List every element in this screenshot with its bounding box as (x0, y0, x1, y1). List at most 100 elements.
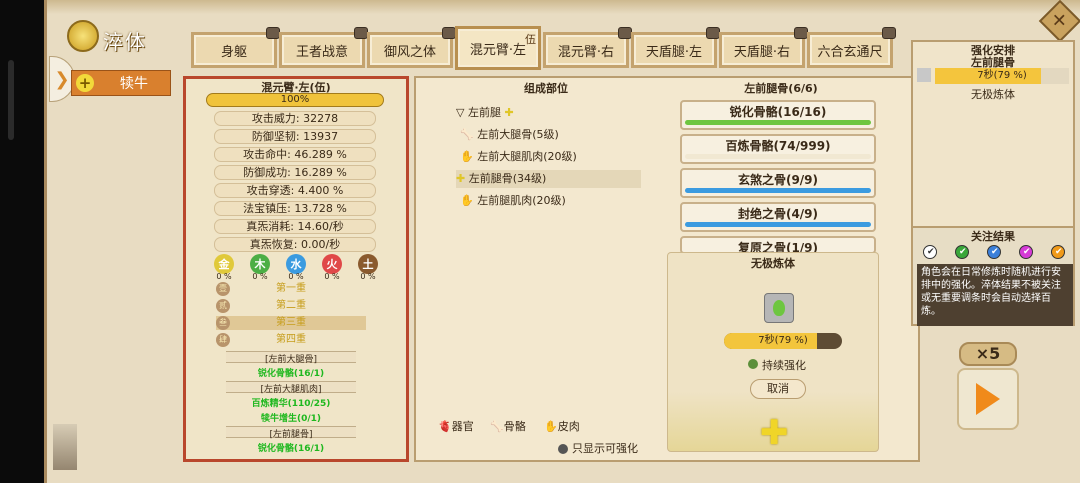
layer-row[interactable]: 肆 第四重 (216, 333, 366, 347)
tree-item[interactable]: 🦴 左前大腿骨(5级) (460, 126, 559, 144)
layer-mark: 肆 (216, 333, 230, 347)
tab-label: 身躯 (220, 44, 247, 60)
part-bar (685, 154, 871, 159)
tab-3[interactable]: 混元臂·左伍 (455, 26, 541, 70)
gourd-icon (764, 293, 794, 323)
popup-title: 无极炼体 (751, 257, 795, 270)
popup-timer: 7秒(79 %) (724, 333, 842, 349)
part-button[interactable]: 封绝之骨(4/9) (680, 202, 876, 232)
gourd-icon (917, 68, 931, 82)
parts-header: 左前腿骨(6/6) (744, 82, 818, 95)
layer-row[interactable]: 壹 第一重 (216, 282, 366, 296)
tree-item[interactable]: ▽ 左前腿 ✚ (456, 104, 514, 122)
page-title: 淬体 (103, 30, 147, 54)
play-icon (976, 383, 1000, 415)
tab-7[interactable]: 六合玄通尺 (807, 27, 896, 68)
plus-icon: + (76, 74, 94, 92)
keep-label: 持续强化 (762, 359, 806, 372)
bone-icon: 🦴 (460, 128, 474, 141)
stat-row: 防御坚韧: 13937 (214, 129, 376, 144)
enhance-desc: 无极炼体 (971, 88, 1015, 101)
bone-icon: 🦴 (490, 420, 504, 433)
layer-label: 第二重 (276, 300, 306, 311)
toggle-icon (558, 444, 568, 454)
organ-icon: 🫀 (438, 420, 452, 433)
refine-popup: 无极炼体 7秒(79 %) 持续强化 取消 ✚ (667, 252, 879, 453)
close-icon: ✕ (1052, 10, 1068, 32)
add-icon[interactable]: ✚ (760, 413, 789, 453)
top-strip (47, 0, 1080, 14)
cancel-button[interactable]: 取消 (750, 379, 806, 399)
muscle-icon: ✋ (460, 194, 474, 207)
layer-row[interactable]: 贰 第二重 (216, 299, 366, 313)
check-icon: ✔ (991, 247, 999, 257)
layer-label: 第一重 (276, 283, 306, 294)
handle (8, 60, 14, 140)
focus-green-toggle[interactable]: ✔ (955, 245, 969, 259)
filter-toggle[interactable]: 只显示可强化 (558, 440, 638, 456)
tab-5[interactable]: 天盾腿·左 (631, 27, 720, 68)
layer-label: 第四重 (276, 334, 306, 345)
tab-4[interactable]: 混元臂·右 (543, 27, 632, 68)
tree-item[interactable]: ✋ 左前腿肌肉(20级) (460, 192, 566, 210)
tab-label: 王者战意 (295, 44, 348, 60)
element-pct: 0 % (324, 272, 340, 281)
tab-1[interactable]: 王者战意 (279, 27, 368, 68)
layer-label: 第三重 (276, 317, 306, 328)
tree-label: 左前腿骨(34级) (468, 172, 547, 185)
tree-label: 左前大腿骨(5级) (477, 128, 559, 141)
plus-icon: ✚ (456, 172, 466, 185)
part-button[interactable]: 百炼骨骼(74/999) (680, 134, 876, 164)
badge-icon (266, 27, 280, 39)
badge-icon (794, 27, 808, 39)
tree-item-selected[interactable]: ✚ 左前腿骨(34级) (456, 170, 641, 188)
badge-icon (618, 27, 632, 39)
muscle-icon: ✋ (460, 150, 474, 163)
stat-row: 法宝镇压: 13.728 % (214, 201, 376, 216)
focus-purple-toggle[interactable]: ✔ (1019, 245, 1033, 259)
layer-mark: 叁 (216, 316, 230, 330)
incense-icon (53, 424, 77, 470)
part-label: 百炼骨骼(74/999) (725, 139, 831, 153)
layer-row[interactable]: 叁 第三重 (216, 316, 366, 330)
tree-icon: ▽ (456, 106, 465, 119)
part-button[interactable]: 锐化骨骼(16/16) (680, 100, 876, 130)
play-button[interactable] (957, 368, 1019, 430)
focus-blue-toggle[interactable]: ✔ (987, 245, 1001, 259)
tree-label: 左前腿肌肉(20级) (477, 194, 566, 207)
focus-note: 角色会在日常修炼时随机进行安排中的强化。淬体结果不被关注或无重要调条时会自动选择… (917, 264, 1073, 326)
tab-label: 混元臂·右 (557, 44, 615, 60)
part-bar (685, 222, 871, 227)
tab-label: 天盾腿·左 (645, 44, 703, 60)
part-bar (685, 120, 871, 125)
badge-icon (354, 27, 368, 39)
tab-label: 御风之体 (383, 44, 436, 60)
speed-button[interactable]: ×5 (959, 342, 1017, 366)
legend-label: 器官 (451, 420, 474, 433)
tab-0[interactable]: 身躯 (191, 27, 280, 68)
emblem-icon (67, 20, 99, 52)
element-wood-icon: 木 (250, 254, 270, 274)
focus-white-toggle[interactable]: ✔ (923, 245, 937, 259)
tab-2[interactable]: 御风之体 (367, 27, 456, 68)
element-metal-icon: 金 (214, 254, 234, 274)
tree-label: 左前腿 (467, 106, 501, 119)
tab-6[interactable]: 天盾腿·右 (719, 27, 808, 68)
stat-row: 防御成功: 16.289 % (214, 165, 376, 180)
category-item[interactable]: + 犊牛 (71, 70, 171, 96)
element-pct: 0 % (216, 272, 232, 281)
tab-num: 伍 (525, 33, 536, 46)
stat-row: 攻击穿透: 4.400 % (214, 183, 376, 198)
focus-orange-toggle[interactable]: ✔ (1051, 245, 1065, 259)
badge-icon (442, 27, 456, 39)
part-bar (685, 188, 871, 193)
filter-label: 只显示可强化 (572, 442, 638, 455)
legend-bone: 🦴骨骼 (490, 418, 526, 434)
tree-item[interactable]: ✋ 左前大腿肌肉(20级) (460, 148, 577, 166)
components-header: 组成部位 (524, 82, 568, 95)
badge-icon (706, 27, 720, 39)
keep-checkbox[interactable]: 持续强化 (748, 357, 806, 373)
part-button[interactable]: 玄煞之骨(9/9) (680, 168, 876, 198)
stat-row: 攻击命中: 46.289 % (214, 147, 376, 162)
enhance-slot[interactable]: 7秒(79 %) (917, 68, 1069, 86)
